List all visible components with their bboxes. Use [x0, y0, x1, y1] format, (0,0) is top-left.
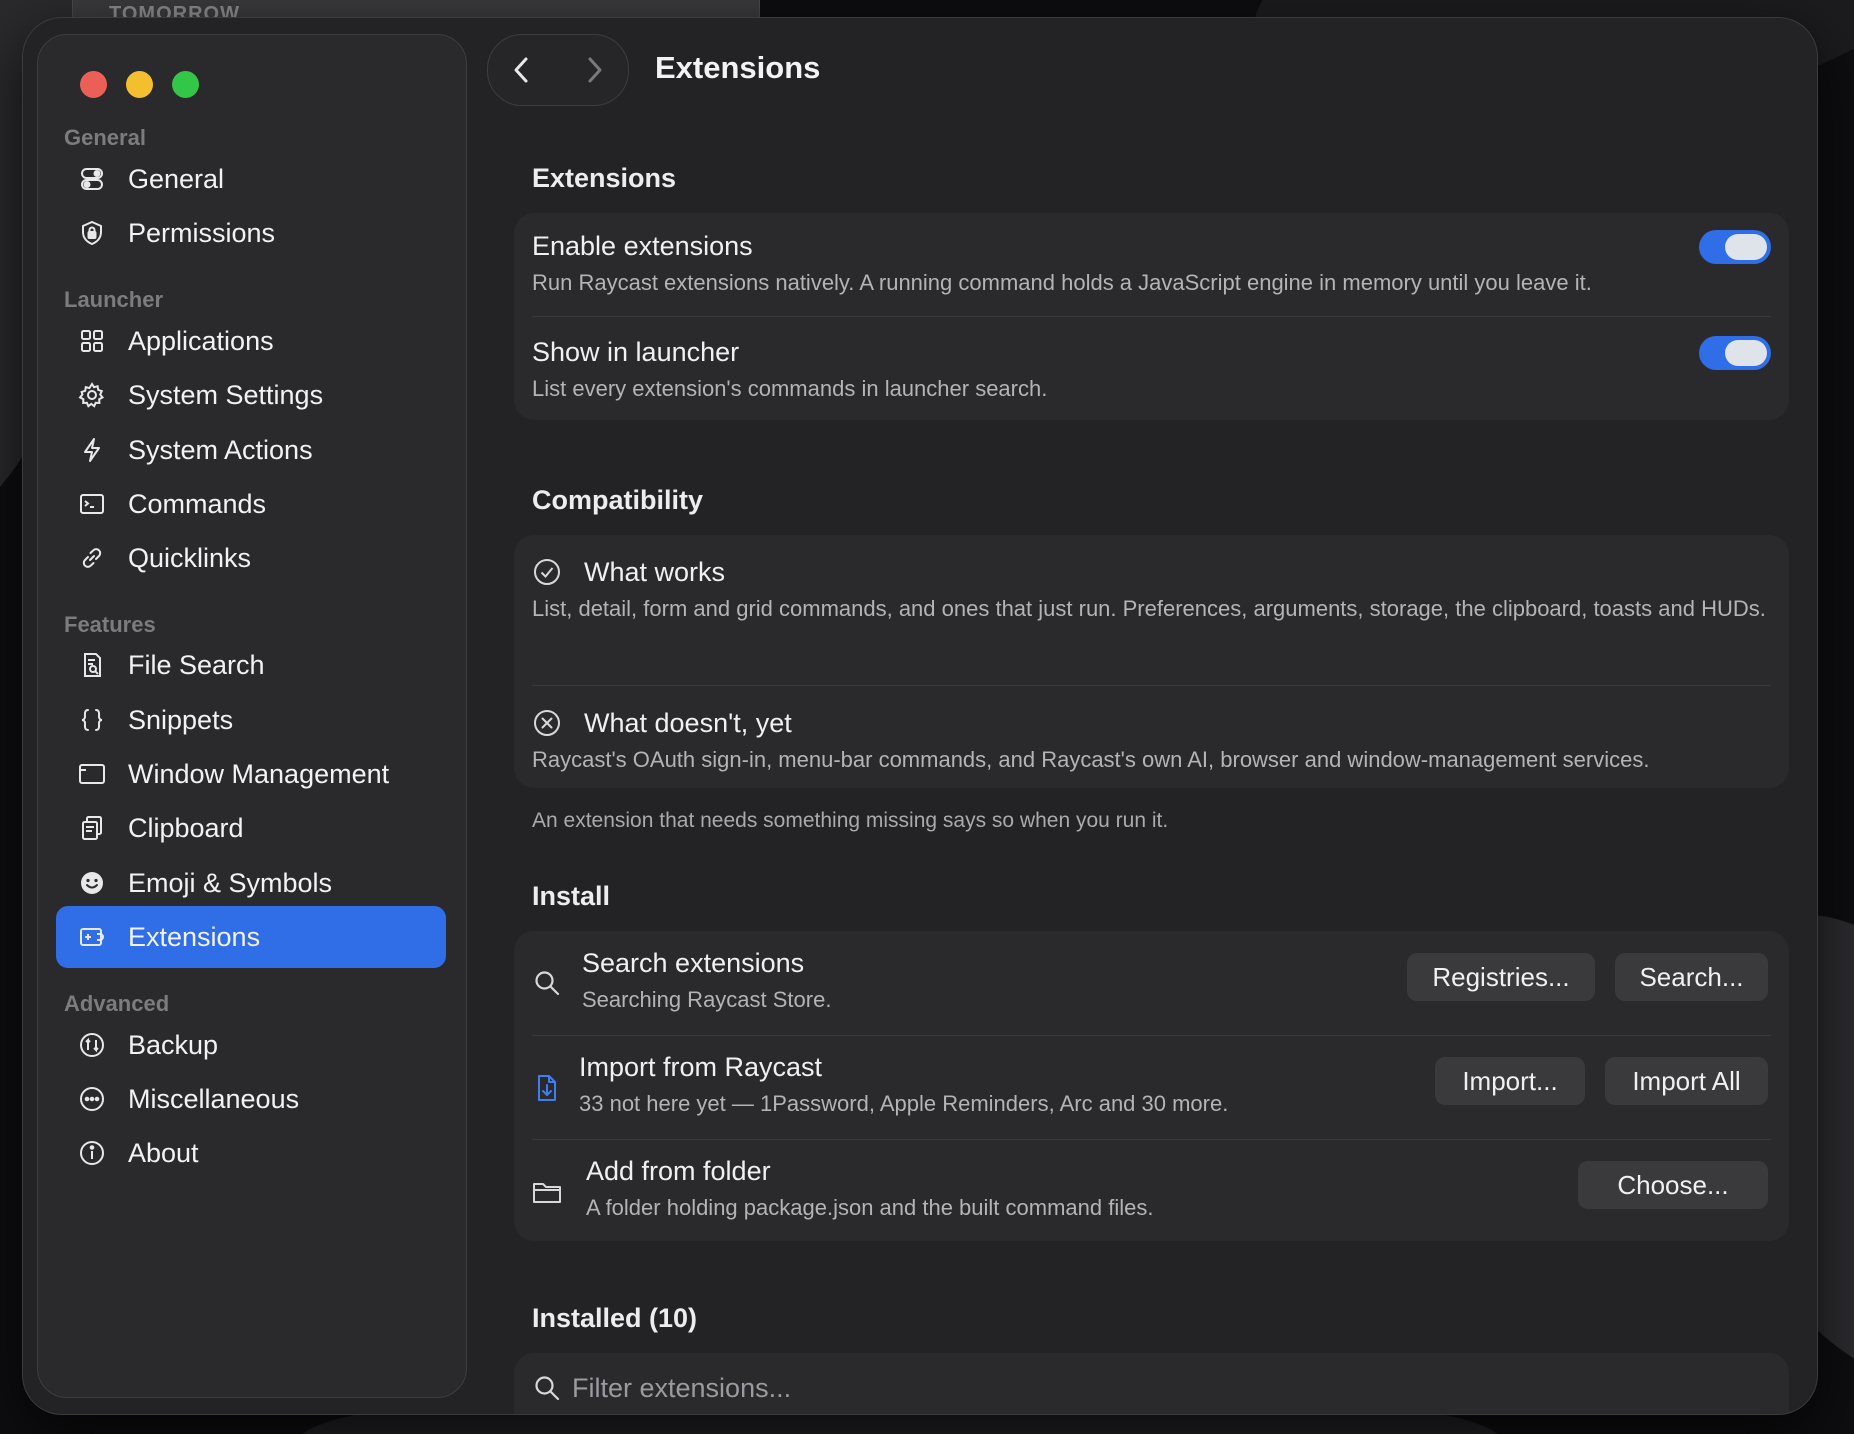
close-window-button[interactable] — [80, 71, 107, 98]
sidebar-item-clipboard[interactable]: Clipboard — [56, 797, 446, 859]
shield-lock-icon — [78, 219, 106, 247]
compatibility-note: An extension that needs something missin… — [532, 809, 1169, 832]
installed-heading: Installed (10) — [532, 1303, 698, 1333]
add-from-folder-title: Add from folder — [586, 1156, 771, 1186]
sidebar-item-label: Clipboard — [128, 813, 244, 843]
what-works-description: List, detail, form and grid commands, an… — [532, 596, 1766, 621]
page-title: Extensions — [655, 50, 821, 85]
sidebar-item-backup[interactable]: Backup — [56, 1014, 446, 1076]
choose-folder-button[interactable]: Choose... — [1578, 1161, 1768, 1209]
toggles-icon — [78, 165, 106, 193]
enable-extensions-toggle[interactable] — [1699, 230, 1771, 264]
enable-extensions-title: Enable extensions — [532, 231, 753, 261]
sidebar-item-label: Applications — [128, 326, 274, 356]
what-doesnt-description: Raycast's OAuth sign-in, menu-bar comman… — [532, 747, 1650, 772]
sidebar-item-label: Miscellaneous — [128, 1084, 300, 1114]
sidebar-item-applications[interactable]: Applications — [56, 310, 446, 372]
sidebar-item-label: About — [128, 1138, 199, 1168]
sidebar-item-quicklinks[interactable]: Quicklinks — [56, 527, 446, 589]
braces-icon — [78, 706, 106, 734]
extensions-icon — [78, 923, 106, 951]
import-document-icon — [532, 1073, 562, 1103]
install-heading: Install — [532, 881, 611, 911]
sidebar-item-label: Snippets — [128, 705, 234, 735]
compatibility-heading: Compatibility — [532, 485, 704, 515]
enable-extensions-description: Run Raycast extensions natively. A runni… — [532, 270, 1592, 295]
link-icon — [78, 544, 106, 572]
smiley-icon — [78, 869, 106, 897]
registries-button[interactable]: Registries... — [1407, 953, 1595, 1001]
back-button[interactable] — [504, 52, 540, 88]
check-circle-icon — [532, 557, 562, 587]
search-icon — [532, 968, 562, 998]
sidebar-item-label: System Settings — [128, 380, 324, 410]
backup-icon — [78, 1031, 106, 1059]
document-search-icon — [78, 651, 106, 679]
sidebar-item-permissions[interactable]: Permissions — [56, 202, 446, 264]
what-works-title: What works — [584, 557, 726, 587]
sidebar-item-window-management[interactable]: Window Management — [56, 743, 446, 805]
settings-window: General General Permissions Launcher App… — [22, 17, 1818, 1415]
installed-card — [514, 1353, 1789, 1414]
extensions-heading: Extensions — [532, 163, 677, 193]
show-in-launcher-title: Show in launcher — [532, 337, 740, 367]
sidebar-item-file-search[interactable]: File Search — [56, 634, 446, 696]
zoom-window-button[interactable] — [172, 71, 199, 98]
import-button[interactable]: Import... — [1435, 1057, 1585, 1105]
sidebar-item-label: System Actions — [128, 435, 313, 465]
ellipsis-circle-icon — [78, 1085, 106, 1113]
forward-button[interactable] — [576, 52, 612, 88]
minimize-window-button[interactable] — [126, 71, 153, 98]
import-all-button[interactable]: Import All — [1605, 1057, 1768, 1105]
history-navigation — [487, 34, 629, 106]
sidebar-item-label: Permissions — [128, 218, 276, 248]
sidebar-item-general[interactable]: General — [56, 148, 446, 210]
sidebar-item-label: Window Management — [128, 759, 390, 789]
sidebar-item-label: Quicklinks — [128, 543, 252, 573]
compatibility-card: What works List, detail, form and grid c… — [514, 535, 1789, 788]
sidebar-item-snippets[interactable]: Snippets — [56, 689, 446, 751]
sidebar-item-label: File Search — [128, 650, 265, 680]
sidebar-item-label: Commands — [128, 489, 267, 519]
sidebar-item-system-actions[interactable]: System Actions — [56, 419, 446, 481]
add-from-folder-description: A folder holding package.json and the bu… — [586, 1195, 1154, 1220]
sidebar-item-system-settings[interactable]: System Settings — [56, 364, 446, 426]
folder-icon — [532, 1177, 562, 1207]
terminal-icon — [78, 490, 106, 518]
extensions-settings-card: Enable extensions Run Raycast extensions… — [514, 213, 1789, 420]
install-card: Search extensions Searching Raycast Stor… — [514, 931, 1789, 1241]
search-icon — [532, 1373, 562, 1403]
import-from-raycast-description: 33 not here yet — 1Password, Apple Remin… — [579, 1091, 1229, 1116]
sidebar: General General Permissions Launcher App… — [37, 34, 467, 1398]
search-button[interactable]: Search... — [1615, 953, 1768, 1001]
info-icon — [78, 1139, 106, 1167]
sidebar-item-extensions[interactable]: Extensions — [56, 906, 446, 968]
show-in-launcher-description: List every extension's commands in launc… — [532, 376, 1048, 401]
search-extensions-title: Search extensions — [582, 948, 805, 978]
clipboard-icon — [78, 814, 106, 842]
grid-icon — [78, 327, 106, 355]
sidebar-item-miscellaneous[interactable]: Miscellaneous — [56, 1068, 446, 1130]
sidebar-item-label: General — [128, 164, 225, 194]
window-icon — [78, 760, 106, 788]
sidebar-item-label: Extensions — [128, 922, 261, 952]
search-extensions-description: Searching Raycast Store. — [582, 987, 832, 1012]
gear-icon — [78, 381, 106, 409]
bolt-icon — [78, 436, 106, 464]
what-doesnt-title: What doesn't, yet — [584, 708, 792, 738]
sidebar-item-label: Backup — [128, 1030, 219, 1060]
sidebar-item-label: Emoji & Symbols — [128, 868, 333, 898]
x-circle-icon — [532, 708, 562, 738]
filter-extensions-input[interactable] — [570, 1367, 1724, 1409]
sidebar-item-commands[interactable]: Commands — [56, 473, 446, 535]
sidebar-item-emoji-symbols[interactable]: Emoji & Symbols — [56, 852, 446, 914]
import-from-raycast-title: Import from Raycast — [579, 1052, 823, 1082]
show-in-launcher-toggle[interactable] — [1699, 336, 1771, 370]
sidebar-item-about[interactable]: About — [56, 1122, 446, 1184]
